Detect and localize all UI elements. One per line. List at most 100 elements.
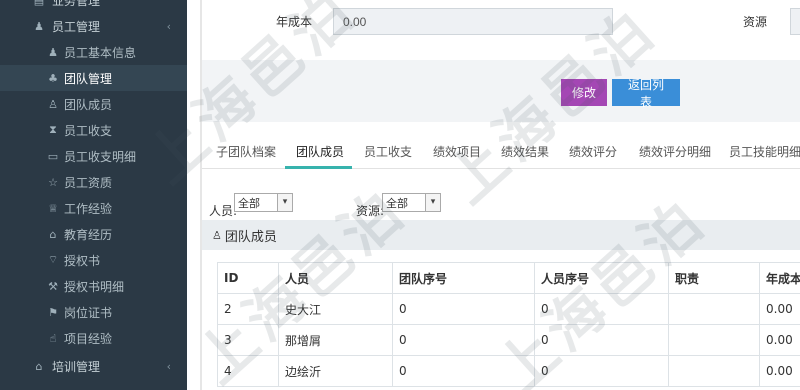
sidebar-item-label: 员工收支明细 [64, 149, 137, 164]
sidebar-item-authorization[interactable]: ⌔ 授权书 [0, 247, 187, 273]
column-header[interactable]: ID [217, 262, 279, 294]
wifi-icon: ⌔ [47, 253, 59, 266]
sidebar-item-team-members[interactable]: ♙ 团队成员 [0, 91, 187, 117]
sidebar-item-employee-income[interactable]: ⧗ 员工收支 [0, 117, 187, 143]
table-cell: 0.00 [759, 324, 800, 356]
select-value: 全部 [386, 196, 408, 210]
chevron-left-icon: ‹ [166, 359, 171, 373]
graduation-cap-icon: ⌂ [49, 227, 57, 241]
gavel-icon: ⚒ [48, 279, 58, 293]
sidebar-item-label: 业务管理 [52, 0, 101, 8]
sidebar-gutter [187, 0, 201, 390]
back-to-list-button[interactable]: 返回列表 [612, 78, 680, 109]
section-title: 团队成员 [224, 229, 277, 245]
sidebar-item-team-management[interactable]: ♣ 团队管理 [0, 65, 187, 91]
sidebar-item-employee-income-detail[interactable]: ▭ 员工收支明细 [0, 143, 187, 169]
table-cell [668, 324, 760, 356]
tab-performance-scores[interactable]: 绩效评分 [569, 143, 617, 160]
table-row[interactable]: 3 那增屑 0 0 0.00 [217, 324, 800, 356]
action-bar [202, 60, 800, 122]
sidebar-item-label: 授权书 [64, 253, 101, 268]
divider [200, 0, 202, 390]
edit-button[interactable]: 修改 [561, 79, 607, 106]
tasks-icon: ▤ [33, 0, 45, 7]
column-header[interactable]: 职责 [668, 262, 760, 294]
chevron-left-icon: ‹ [166, 19, 171, 33]
table-cell: 史大江 [278, 293, 393, 325]
resource-label: 资源 [743, 15, 768, 29]
table-cell: 0 [392, 355, 535, 387]
tab-employee-income[interactable]: 员工收支 [364, 143, 412, 160]
tab-performance-results[interactable]: 绩效结果 [501, 143, 549, 160]
person-icon: ♟ [34, 19, 44, 33]
table-cell [668, 355, 760, 387]
sidebar-item-employee-info[interactable]: ♟ 员工基本信息 [0, 39, 187, 65]
sidebar-item-project-experience[interactable]: ☝ 项目经验 [0, 325, 187, 351]
sidebar-item-label: 员工资质 [64, 175, 113, 190]
sidebar-item-work-experience[interactable]: ♕ 工作经验 [0, 195, 187, 221]
chevron-down-icon: ▾ [425, 194, 440, 211]
column-header[interactable]: 团队序号 [392, 262, 535, 294]
column-header[interactable]: 人员序号 [534, 262, 669, 294]
cap-icon: ⌂ [35, 359, 43, 373]
sidebar-item-authorization-detail[interactable]: ⚒ 授权书明细 [0, 273, 187, 299]
table-cell: 0 [392, 324, 535, 356]
annual-cost-field[interactable] [333, 8, 613, 35]
table-row[interactable]: 4 边绘沂 0 0 0.00 [217, 355, 800, 387]
group-icon: ♣ [48, 71, 58, 85]
sidebar-section-employee[interactable]: ♟ 员工管理 ‹ [0, 13, 187, 39]
user-outline-icon: ♙ [48, 97, 58, 111]
sidebar-item-business[interactable]: ▤ 业务管理 [0, 0, 187, 13]
tab-performance-items[interactable]: 绩效项目 [433, 143, 481, 160]
sidebar: ▤ 业务管理 ♟ 员工管理 ‹ ♟ 员工基本信息 ♣ 团队管理 ♙ 团队成员 ⧗… [0, 0, 187, 390]
team-members-table: ID 人员 团队序号 人员序号 职责 年成本 2 史大江 0 0 0.00 3 … [217, 262, 800, 387]
sidebar-item-label: 授权书明细 [64, 279, 125, 294]
user-outline-icon: ♙ [212, 228, 222, 242]
sidebar-item-label: 项目经验 [64, 331, 113, 346]
sidebar-section-label: 员工管理 [52, 19, 101, 34]
tab-skill-detail[interactable]: 员工技能明细 [729, 143, 800, 160]
tab-team-members[interactable]: 团队成员 [296, 143, 344, 160]
table-cell: 0.00 [759, 293, 800, 325]
table-cell: 边绘沂 [278, 355, 393, 387]
sidebar-item-label: 岗位证书 [64, 305, 113, 320]
table-row[interactable]: 2 史大江 0 0 0.00 [217, 293, 800, 325]
person-filter-label: 人员: [209, 204, 238, 218]
sidebar-item-label: 员工收支 [64, 123, 113, 138]
person-filter-select[interactable]: 全部 ▾ [234, 193, 293, 212]
thumbs-up-icon: ☝ [49, 331, 57, 345]
flag-icon: ⚑ [48, 305, 58, 319]
table-cell: 4 [217, 355, 279, 387]
table-cell [668, 293, 760, 325]
sidebar-item-education[interactable]: ⌂ 教育经历 [0, 221, 187, 247]
active-tab-indicator [285, 166, 352, 169]
sidebar-item-label: 教育经历 [64, 227, 113, 242]
table-cell: 0 [534, 293, 669, 325]
sidebar-item-qualification[interactable]: ☆ 员工资质 [0, 169, 187, 195]
hourglass-icon: ⧗ [49, 123, 57, 136]
sidebar-item-label: 工作经验 [64, 201, 113, 216]
app-root: ▤ 业务管理 ♟ 员工管理 ‹ ♟ 员工基本信息 ♣ 团队管理 ♙ 团队成员 ⧗… [0, 0, 800, 390]
sidebar-section-training[interactable]: ⌂ 培训管理 ‹ [0, 353, 187, 379]
table-cell: 0 [392, 293, 535, 325]
resource-filter-select[interactable]: 全部 ▾ [382, 193, 441, 212]
sidebar-item-label: 团队成员 [64, 97, 113, 112]
table-cell: 0.00 [759, 355, 800, 387]
table-cell: 0 [534, 355, 669, 387]
sidebar-item-label: 员工基本信息 [64, 45, 137, 60]
tab-sub-team-archive[interactable]: 子团队档案 [216, 143, 276, 160]
table-header-row: ID 人员 团队序号 人员序号 职责 年成本 [217, 262, 800, 294]
chevron-down-icon: ▾ [277, 194, 292, 211]
tab-performance-score-detail[interactable]: 绩效评分明细 [639, 143, 711, 160]
book-icon: ▭ [47, 149, 59, 163]
annual-cost-label: 年成本 [276, 15, 313, 29]
person-icon: ♟ [48, 45, 58, 59]
sidebar-item-certificates[interactable]: ⚑ 岗位证书 [0, 299, 187, 325]
resource-field[interactable] [790, 8, 800, 35]
column-header[interactable]: 人员 [278, 262, 393, 294]
resource-filter-label: 资源: [356, 204, 385, 218]
sidebar-item-label: 团队管理 [64, 71, 113, 86]
sidebar-section-label: 培训管理 [52, 359, 101, 374]
column-header[interactable]: 年成本 [759, 262, 800, 294]
star-icon: ☆ [48, 175, 58, 189]
